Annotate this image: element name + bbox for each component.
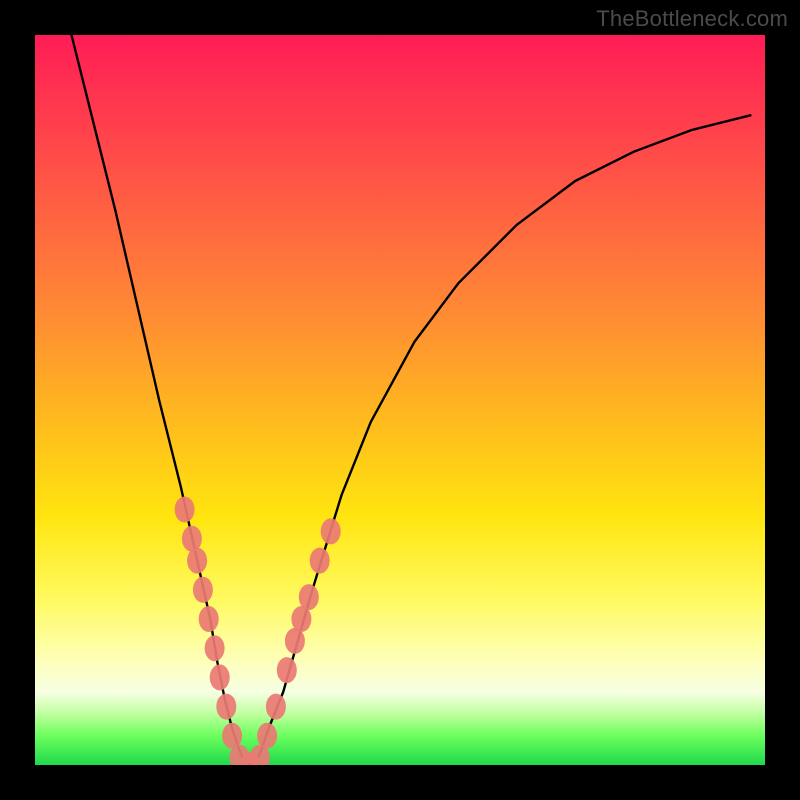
bottleneck-curve	[72, 35, 751, 765]
chart-overlay	[35, 35, 765, 765]
chart-stage: TheBottleneck.com	[0, 0, 800, 800]
highlighted-points	[175, 497, 341, 766]
watermark-label: TheBottleneck.com	[596, 6, 788, 32]
